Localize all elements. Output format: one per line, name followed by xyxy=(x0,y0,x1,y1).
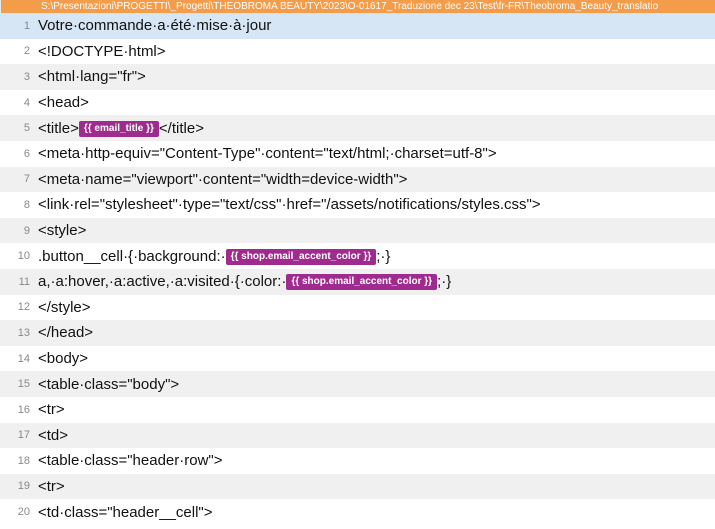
line-content[interactable]: <tr> xyxy=(36,478,715,495)
editor-line[interactable]: 10.button__cell·{·background:·{{ shop.em… xyxy=(0,243,715,269)
editor-line[interactable]: 14<body> xyxy=(0,346,715,372)
code-text: <tr> xyxy=(38,478,65,495)
line-content[interactable]: <td·class="header__cell"> xyxy=(36,504,715,521)
line-number: 5 xyxy=(0,122,36,134)
line-content[interactable]: <link·rel="stylesheet"·type="text/css"·h… xyxy=(36,196,715,213)
line-number: 13 xyxy=(0,327,36,339)
line-content[interactable]: a,·a:hover,·a:active,·a:visited·{·color:… xyxy=(36,273,715,290)
code-text: <link·rel="stylesheet"·type="text/css"·h… xyxy=(38,196,541,213)
code-text: <table·class="header·row"> xyxy=(38,452,223,469)
editor-line[interactable]: 12</style> xyxy=(0,295,715,321)
line-number: 19 xyxy=(0,480,36,492)
code-text: </style> xyxy=(38,299,91,316)
editor-line[interactable]: 1Votre·commande·a·été·mise·à·jour xyxy=(0,13,715,39)
editor-line[interactable]: 7<meta·name="viewport"·content="width=de… xyxy=(0,167,715,193)
code-text: <tr> xyxy=(38,401,65,418)
editor-line[interactable]: 16<tr> xyxy=(0,397,715,423)
line-content[interactable]: <table·class="body"> xyxy=(36,376,715,393)
line-number: 9 xyxy=(0,225,36,237)
line-content[interactable]: <!DOCTYPE·html> xyxy=(36,43,715,60)
editor-line[interactable]: 3<html·lang="fr"> xyxy=(0,64,715,90)
line-number: 8 xyxy=(0,199,36,211)
code-text: <body> xyxy=(38,350,88,367)
line-content[interactable]: </style> xyxy=(36,299,715,316)
line-content[interactable]: <tr> xyxy=(36,401,715,418)
line-content[interactable]: Votre·commande·a·été·mise·à·jour xyxy=(36,17,715,34)
line-number: 14 xyxy=(0,353,36,365)
line-number: 6 xyxy=(0,148,36,160)
code-text: </head> xyxy=(38,324,93,341)
code-text: <meta·name="viewport"·content="width=dev… xyxy=(38,171,407,188)
line-content[interactable]: <head> xyxy=(36,94,715,111)
code-text: <style> xyxy=(38,222,86,239)
line-number: 17 xyxy=(0,429,36,441)
editor-line[interactable]: 13</head> xyxy=(0,320,715,346)
line-number: 12 xyxy=(0,301,36,313)
line-number: 11 xyxy=(0,276,36,288)
line-number: 3 xyxy=(0,71,36,83)
editor-line[interactable]: 11a,·a:hover,·a:active,·a:visited·{·colo… xyxy=(0,269,715,295)
placeholder-tag[interactable]: {{ shop.email_accent_color }} xyxy=(226,249,377,265)
editor-line[interactable]: 19<tr> xyxy=(0,474,715,500)
line-number: 16 xyxy=(0,404,36,416)
line-content[interactable]: <table·class="header·row"> xyxy=(36,452,715,469)
editor-line[interactable]: 8<link·rel="stylesheet"·type="text/css"·… xyxy=(0,192,715,218)
line-number: 4 xyxy=(0,97,36,109)
code-text: <title> xyxy=(38,120,79,137)
code-text: <head> xyxy=(38,94,89,111)
placeholder-tag[interactable]: {{ shop.email_accent_color }} xyxy=(286,274,437,290)
editor-line[interactable]: 6<meta·http-equiv="Content-Type"·content… xyxy=(0,141,715,167)
line-number: 10 xyxy=(0,250,36,262)
code-text: <meta·http-equiv="Content-Type"·content=… xyxy=(38,145,497,162)
editor-line[interactable]: 20<td·class="header__cell"> xyxy=(0,499,715,525)
line-number: 1 xyxy=(0,20,36,32)
code-text: Votre·commande·a·été·mise·à·jour xyxy=(38,17,271,34)
line-content[interactable]: .button__cell·{·background:·{{ shop.emai… xyxy=(36,248,715,265)
code-text: <!DOCTYPE·html> xyxy=(38,43,166,60)
code-text: </title> xyxy=(159,120,204,137)
line-number: 7 xyxy=(0,173,36,185)
line-number: 2 xyxy=(0,45,36,57)
code-text: <html·lang="fr"> xyxy=(38,68,146,85)
editor-line[interactable]: 9<style> xyxy=(0,218,715,244)
editor-line[interactable]: 4<head> xyxy=(0,90,715,116)
editor-line[interactable]: 5<title>{{ email_title }}</title> xyxy=(0,115,715,141)
file-path-bar: S:\Presentazioni\PROGETTI\_Progetti\THEO… xyxy=(0,0,715,13)
line-number: 20 xyxy=(0,506,36,518)
editor-line[interactable]: 2<!DOCTYPE·html> xyxy=(0,39,715,65)
code-text: <td> xyxy=(38,427,68,444)
line-content[interactable]: <body> xyxy=(36,350,715,367)
editor-line[interactable]: 18<table·class="header·row"> xyxy=(0,448,715,474)
code-text: <td·class="header__cell"> xyxy=(38,504,213,521)
line-content[interactable]: <html·lang="fr"> xyxy=(36,68,715,85)
line-content[interactable]: </head> xyxy=(36,324,715,341)
code-text: a,·a:hover,·a:active,·a:visited·{·color:… xyxy=(38,273,286,290)
placeholder-tag[interactable]: {{ email_title }} xyxy=(79,121,159,137)
editor-line[interactable]: 17<td> xyxy=(0,423,715,449)
line-content[interactable]: <meta·name="viewport"·content="width=dev… xyxy=(36,171,715,188)
editor-pane[interactable]: 1Votre·commande·a·été·mise·à·jour2<!DOCT… xyxy=(0,13,715,525)
editor-line[interactable]: 15<table·class="body"> xyxy=(0,371,715,397)
code-text: ;·} xyxy=(437,273,451,290)
line-number: 15 xyxy=(0,378,36,390)
line-content[interactable]: <meta·http-equiv="Content-Type"·content=… xyxy=(36,145,715,162)
code-text: <table·class="body"> xyxy=(38,376,179,393)
line-content[interactable]: <style> xyxy=(36,222,715,239)
line-content[interactable]: <td> xyxy=(36,427,715,444)
code-text: .button__cell·{·background:· xyxy=(38,248,226,265)
line-content[interactable]: <title>{{ email_title }}</title> xyxy=(36,120,715,137)
line-number: 18 xyxy=(0,455,36,467)
code-text: ;·} xyxy=(376,248,390,265)
